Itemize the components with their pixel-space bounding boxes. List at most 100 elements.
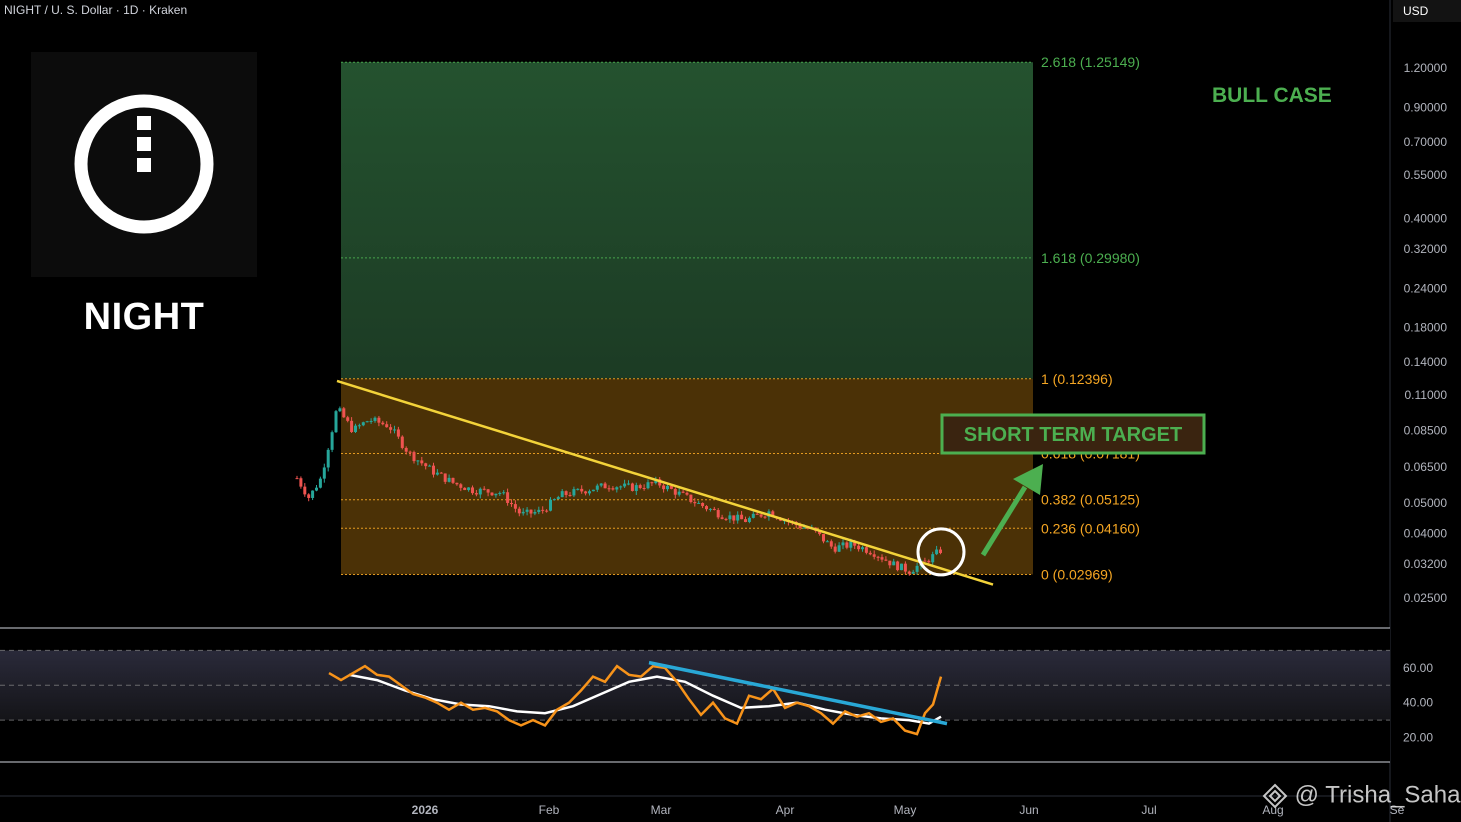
candle-body — [900, 563, 903, 571]
candle-body — [935, 549, 939, 555]
candle-body — [712, 508, 716, 511]
candle-body — [634, 485, 638, 491]
candle-body — [845, 542, 849, 548]
price-tick: 0.18000 — [1404, 321, 1448, 335]
candle-body — [568, 494, 572, 496]
candle-body — [880, 557, 884, 560]
candle-body — [923, 560, 927, 562]
currency-badge[interactable]: USD — [1393, 0, 1461, 22]
candle-body — [506, 492, 510, 503]
candle-body — [623, 483, 627, 487]
candle-body — [627, 483, 630, 485]
price-tick: 0.14000 — [1404, 355, 1448, 369]
candle-body — [705, 506, 708, 510]
candle-body — [354, 425, 357, 433]
diamond-logo-icon — [1262, 783, 1288, 809]
candle-body — [404, 447, 408, 452]
candle-body — [802, 527, 806, 529]
bull-zone — [341, 62, 1033, 379]
time-tick: May — [894, 803, 917, 817]
candle-body — [747, 517, 751, 522]
candle-body — [513, 504, 517, 509]
bull-case-label: BULL CASE — [1212, 84, 1332, 107]
candle-body — [541, 509, 545, 511]
candle-body — [439, 472, 443, 474]
candle-body — [864, 547, 868, 553]
symbol-header[interactable]: NIGHT / U. S. Dollar · 1D · Kraken — [4, 3, 187, 17]
candle-body — [330, 432, 334, 450]
candle-body — [303, 486, 307, 495]
candle-body — [580, 488, 584, 492]
price-tick: 0.40000 — [1404, 211, 1448, 225]
candle-body — [572, 489, 576, 496]
candle-body — [837, 545, 841, 552]
candle-body — [603, 483, 607, 489]
candle-body — [642, 487, 646, 489]
candle-body — [728, 515, 732, 520]
candle-body — [552, 499, 556, 501]
time-tick: Jul — [1141, 803, 1156, 817]
candle-body — [892, 561, 896, 566]
candle-body — [432, 465, 435, 475]
candle-body — [669, 485, 673, 489]
candle-body — [350, 420, 354, 433]
candle-body — [564, 491, 568, 495]
candle-body — [595, 485, 599, 490]
candle-body — [435, 472, 439, 475]
candle-body — [334, 411, 338, 433]
candle-body — [533, 512, 537, 514]
candle-body — [556, 497, 560, 500]
candle-body — [521, 511, 525, 514]
candle-body — [537, 509, 541, 513]
candle-body — [744, 519, 747, 522]
candle-body — [478, 488, 482, 495]
logo-tile — [31, 52, 257, 277]
candle-body — [911, 571, 915, 574]
candle-body — [740, 514, 744, 520]
candle-body — [716, 510, 720, 518]
candle-body — [482, 488, 486, 490]
candle-body — [361, 422, 365, 426]
price-tick: 0.11000 — [1405, 388, 1448, 402]
candle-body — [833, 546, 837, 552]
candle-body — [662, 485, 666, 490]
candle-body — [732, 515, 736, 521]
candle-body — [408, 451, 412, 453]
candle-body — [307, 494, 311, 498]
candle-body — [915, 565, 919, 572]
candle-body — [517, 508, 521, 514]
price-tick: 0.90000 — [1404, 100, 1448, 114]
rsi-tick: 40.00 — [1403, 696, 1433, 710]
price-tick: 0.03200 — [1404, 557, 1448, 571]
candle-body — [755, 513, 759, 515]
candle-body — [560, 491, 564, 498]
price-tick: 0.32000 — [1404, 242, 1448, 256]
candle-body — [346, 417, 350, 421]
candle-body — [463, 487, 467, 491]
candle-body — [630, 483, 634, 491]
candle-body — [751, 513, 755, 518]
candle-body — [724, 518, 728, 520]
candle-body — [927, 560, 931, 563]
candle-body — [591, 489, 595, 492]
candle-body — [689, 494, 693, 503]
price-tick: 0.04000 — [1404, 527, 1448, 541]
time-tick: Mar — [651, 803, 672, 817]
candle-body — [599, 483, 603, 486]
time-tick: Apr — [776, 803, 795, 817]
fib-label-0: 0 (0.02969) — [1041, 566, 1113, 582]
candle-body — [549, 499, 552, 511]
candle-body — [342, 408, 346, 418]
candle-body — [872, 554, 876, 557]
candle-body — [381, 422, 385, 425]
candle-body — [673, 488, 677, 495]
candle-body — [295, 478, 299, 480]
candle-body — [708, 508, 712, 510]
candle-body — [884, 559, 888, 561]
candle-body — [584, 491, 588, 494]
candle-body — [736, 514, 740, 521]
candle-body — [373, 417, 377, 421]
short-term-target-label: SHORT TERM TARGET — [964, 424, 1183, 446]
candle-body — [888, 560, 892, 566]
candle-body — [829, 541, 833, 547]
